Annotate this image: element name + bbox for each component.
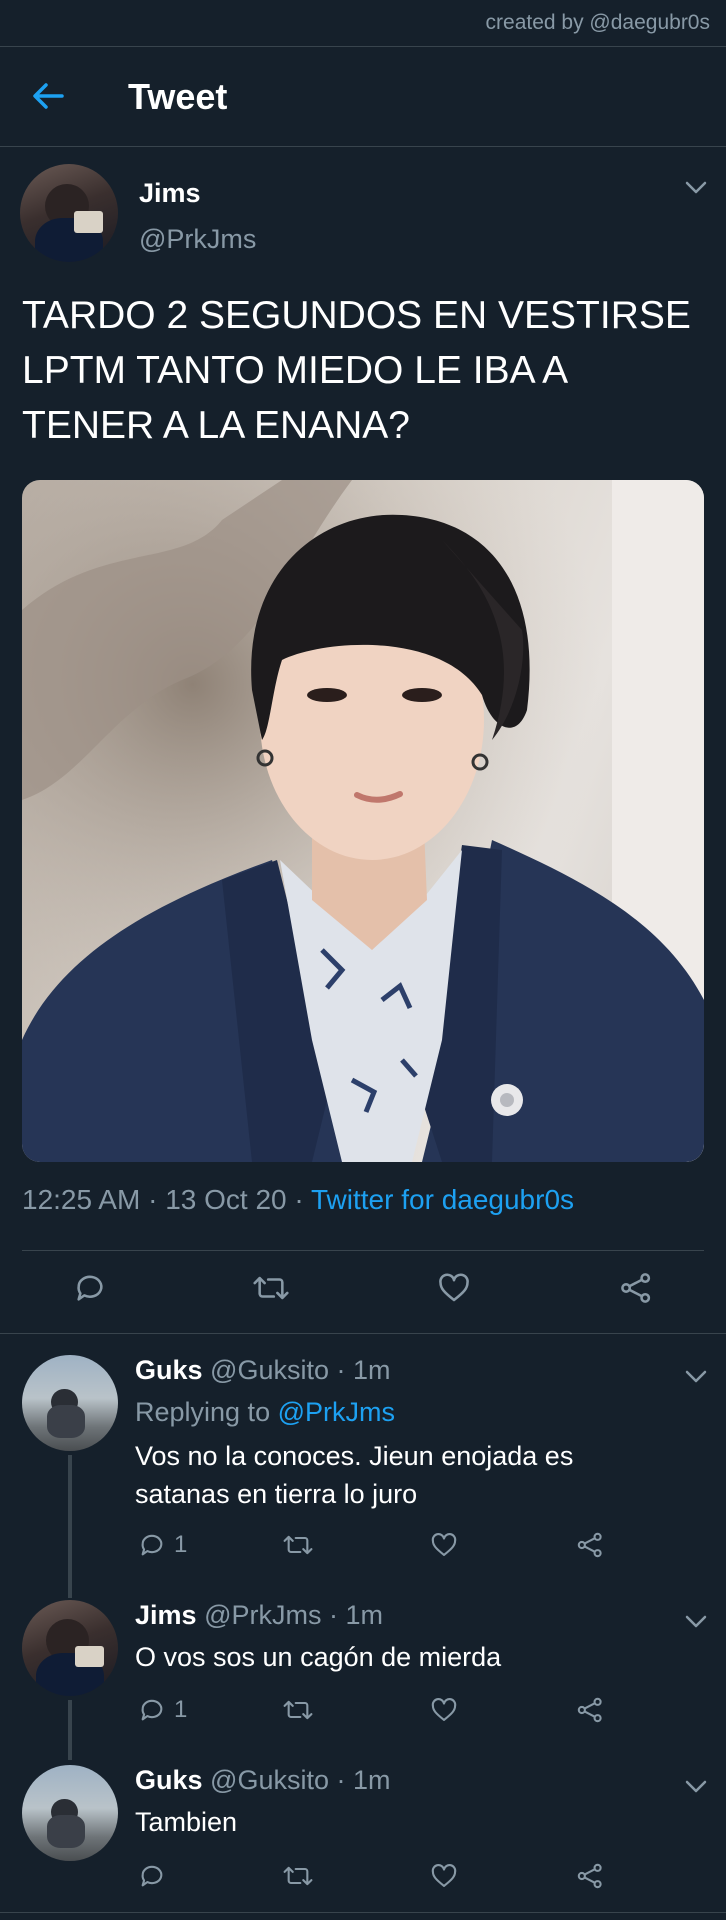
- chevron-down-icon: [685, 1615, 707, 1628]
- retweet-icon: [283, 1700, 313, 1720]
- replying-to-link[interactable]: @PrkJms: [278, 1397, 395, 1427]
- reply-author-name[interactable]: Guks: [135, 1765, 203, 1795]
- reply-button[interactable]: 1: [138, 1520, 187, 1570]
- like-icon: [431, 1533, 457, 1556]
- chevron-down-icon: [685, 1780, 707, 1793]
- divider: [22, 1250, 704, 1251]
- chevron-down-icon: [685, 1370, 707, 1383]
- tweet-text: TARDO 2 SEGUNDOS EN VESTIRSE LPTM TANTO …: [22, 288, 712, 453]
- reply-menu-button[interactable]: [682, 1367, 710, 1387]
- reply-time: · 1m: [328, 1600, 383, 1630]
- reply-count: 1: [174, 1696, 188, 1723]
- reply-text-line: Tambien: [135, 1807, 238, 1837]
- reply-button[interactable]: [60, 1258, 120, 1318]
- avatar[interactable]: [22, 1600, 118, 1696]
- reply-author-handle[interactable]: @Guksito: [210, 1355, 329, 1385]
- reply-tweet[interactable]: Guks @Guksito · 1m Replying to @PrkJms V…: [0, 1333, 726, 1578]
- avatar[interactable]: [20, 164, 118, 262]
- reply-author-name[interactable]: Jims: [135, 1600, 197, 1630]
- reply-actions: [130, 1851, 650, 1901]
- top-bar: Tweet: [0, 48, 726, 146]
- chevron-down-icon: [685, 181, 707, 194]
- replying-to: Replying to @PrkJms: [135, 1397, 395, 1428]
- tweet-date: 13 Oct 20: [165, 1184, 287, 1215]
- reply-header: Guks @Guksito · 1m: [135, 1355, 391, 1386]
- tweet-text-line: TENER A LA ENANA?: [22, 404, 411, 447]
- tweet-meta: 12:25 AM · 13 Oct 20 · Twitter for daegu…: [22, 1184, 574, 1216]
- like-icon: [439, 1273, 469, 1302]
- page-title: Tweet: [128, 76, 228, 117]
- author-handle[interactable]: @PrkJms: [139, 224, 256, 255]
- reply-button[interactable]: 1: [138, 1685, 187, 1735]
- reply-count: 1: [174, 1531, 188, 1558]
- reply-actions: 1: [130, 1520, 650, 1570]
- like-button[interactable]: [430, 1851, 458, 1901]
- retweet-icon: [283, 1535, 313, 1555]
- like-button[interactable]: [430, 1520, 458, 1570]
- retweet-button[interactable]: [282, 1520, 314, 1570]
- reply-text: O vos sos un cagón de mierda: [135, 1638, 695, 1676]
- retweet-button[interactable]: [241, 1258, 301, 1318]
- share-icon: [621, 1273, 651, 1303]
- avatar[interactable]: [22, 1355, 118, 1451]
- divider: [0, 46, 726, 47]
- meta-separator: ·: [140, 1184, 166, 1215]
- share-icon: [577, 1532, 602, 1558]
- divider: [0, 146, 726, 147]
- reply-text-line: Vos no la conoces. Jieun enojada es: [135, 1441, 574, 1471]
- share-button[interactable]: [606, 1258, 666, 1318]
- tweet-menu-button[interactable]: [682, 178, 710, 198]
- reply-text-line: satanas en tierra lo juro: [135, 1479, 418, 1509]
- retweet-icon: [253, 1276, 289, 1300]
- reply-text: Tambien: [135, 1803, 695, 1841]
- reply-author-name[interactable]: Guks: [135, 1355, 203, 1385]
- reply-icon: [141, 1865, 163, 1887]
- retweet-icon: [283, 1866, 313, 1886]
- reply-text: Vos no la conoces. Jieun enojada es sata…: [135, 1437, 695, 1513]
- reply-time: · 1m: [336, 1765, 391, 1795]
- reply-icon: [141, 1534, 163, 1556]
- share-icon: [577, 1863, 602, 1889]
- share-button[interactable]: [576, 1520, 604, 1570]
- tweet-source-link[interactable]: Twitter for daegubr0s: [311, 1184, 574, 1215]
- reply-author-handle[interactable]: @PrkJms: [204, 1600, 321, 1630]
- reply-header: Guks @Guksito · 1m: [135, 1765, 391, 1796]
- like-button[interactable]: [424, 1258, 484, 1318]
- share-button[interactable]: [576, 1685, 604, 1735]
- share-icon: [577, 1697, 602, 1723]
- reply-actions: 1: [130, 1685, 650, 1735]
- author-name[interactable]: Jims: [139, 178, 201, 209]
- back-arrow-icon: [33, 83, 64, 109]
- tweet-text-line: TARDO 2 SEGUNDOS EN VESTIRSE: [22, 294, 691, 337]
- reply-tweet[interactable]: Jims @PrkJms · 1m O vos sos un cagón de …: [0, 1578, 726, 1743]
- reply-icon: [77, 1275, 103, 1301]
- portrait-photo: [22, 480, 704, 1162]
- reply-author-handle[interactable]: @Guksito: [210, 1765, 329, 1795]
- reply-header: Jims @PrkJms · 1m: [135, 1600, 383, 1631]
- reply-button[interactable]: [138, 1851, 174, 1901]
- like-icon: [431, 1698, 457, 1721]
- tweet-text-line: LPTM TANTO MIEDO LE IBA A: [22, 349, 569, 392]
- reply-tweet[interactable]: Guks @Guksito · 1m Tambien: [0, 1743, 726, 1913]
- like-icon: [431, 1864, 457, 1887]
- retweet-button[interactable]: [282, 1685, 314, 1735]
- retweet-button[interactable]: [282, 1851, 314, 1901]
- tweet-actions: [0, 1258, 726, 1326]
- reply-text-line: O vos sos un cagón de mierda: [135, 1642, 502, 1672]
- tweet-time: 12:25 AM: [22, 1184, 141, 1215]
- back-button[interactable]: [26, 76, 70, 116]
- reply-menu-button[interactable]: [682, 1777, 710, 1797]
- reply-time: · 1m: [336, 1355, 391, 1385]
- meta-separator: ·: [286, 1184, 311, 1215]
- avatar[interactable]: [22, 1765, 118, 1861]
- divider: [0, 1912, 726, 1913]
- reply-menu-button[interactable]: [682, 1612, 710, 1632]
- tweet-photo[interactable]: [22, 480, 704, 1162]
- replying-to-label: Replying to: [135, 1397, 278, 1427]
- like-button[interactable]: [430, 1685, 458, 1735]
- watermark: created by @daegubr0s: [485, 11, 710, 34]
- share-button[interactable]: [576, 1851, 604, 1901]
- reply-icon: [141, 1699, 163, 1721]
